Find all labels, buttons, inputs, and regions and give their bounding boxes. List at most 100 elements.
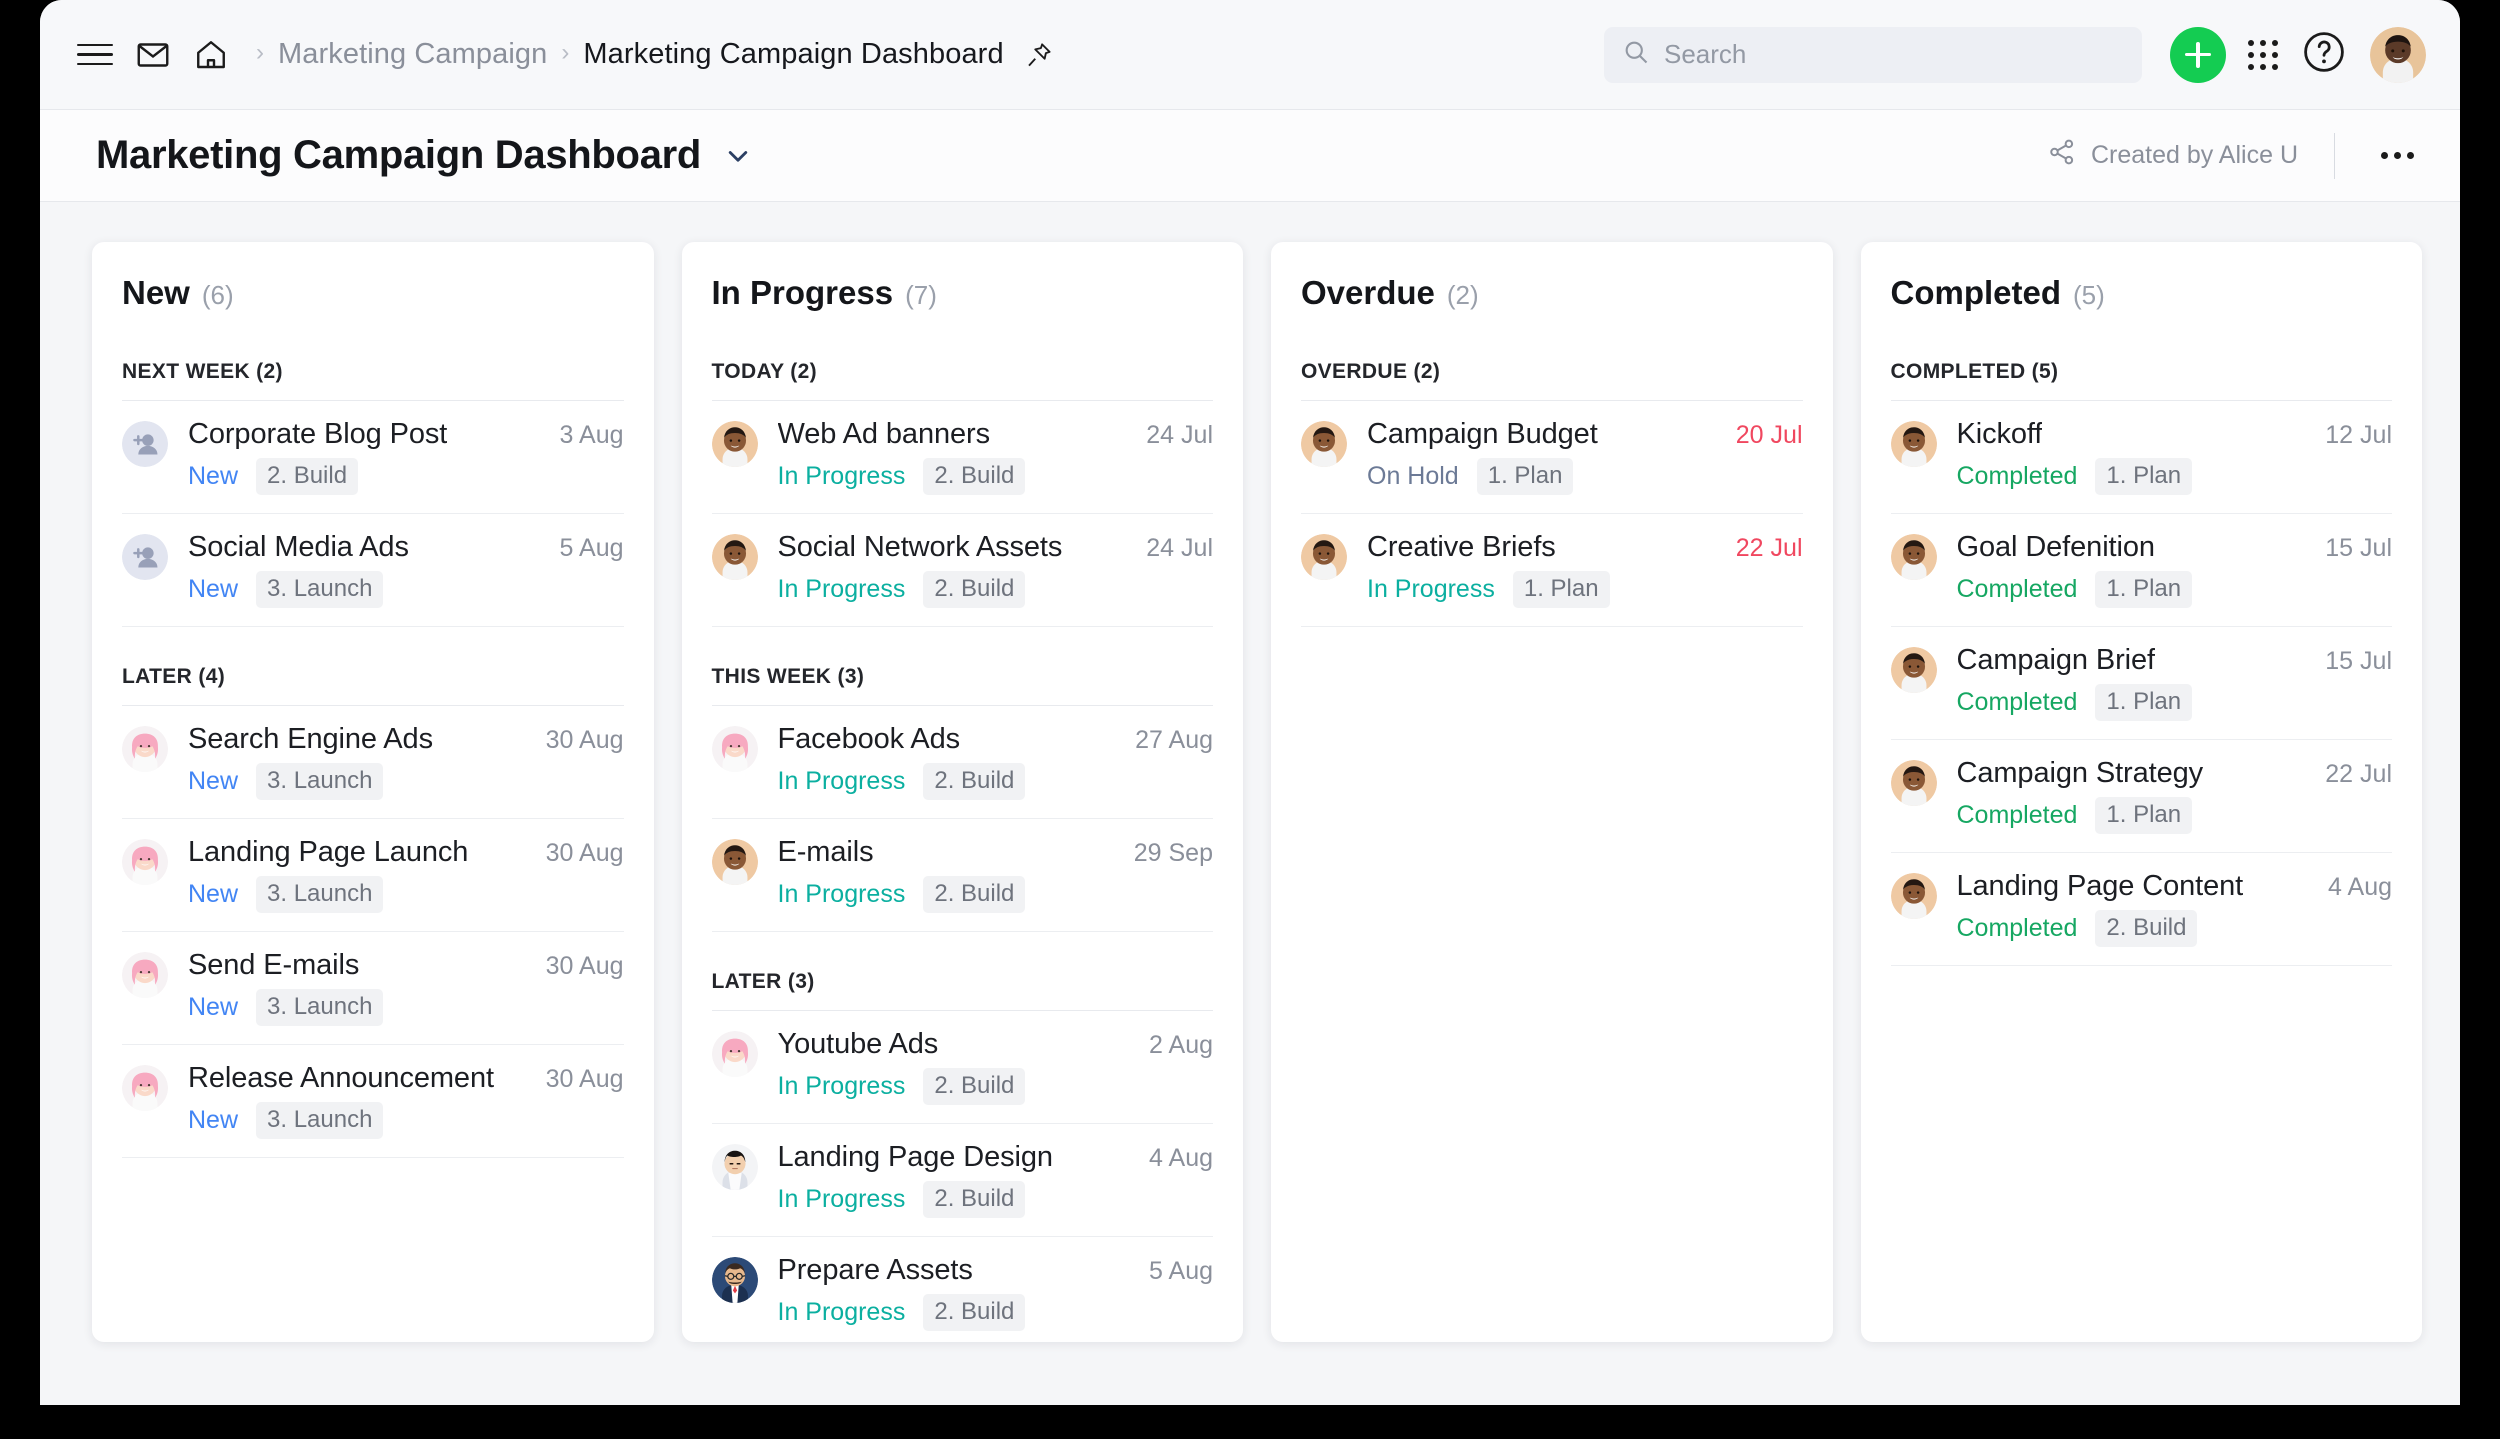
assignee-avatar[interactable] — [122, 839, 168, 885]
task-row[interactable]: E-mails 29 Sep In Progress 2. Build — [711, 819, 1213, 932]
task-row[interactable]: Send E-mails 30 Aug New 3. Launch — [122, 932, 624, 1045]
assignee-avatar[interactable] — [711, 1257, 758, 1303]
task-name[interactable]: Search Engine Ads — [188, 723, 433, 756]
task-name[interactable]: Send E-mails — [188, 949, 359, 982]
assignee-avatar[interactable] — [711, 726, 758, 772]
task-phase-tag[interactable]: 2. Build — [256, 458, 359, 495]
task-name[interactable]: Campaign Brief — [1957, 644, 2155, 677]
task-status[interactable]: In Progress — [1367, 575, 1495, 604]
task-phase-tag[interactable]: 2. Build — [923, 763, 1026, 800]
pin-icon[interactable] — [1024, 40, 1054, 70]
assignee-avatar[interactable] — [711, 1144, 758, 1190]
task-phase-tag[interactable]: 2. Build — [923, 458, 1026, 495]
question-mark-circle-icon[interactable] — [2300, 28, 2348, 81]
task-row[interactable]: Release Announcement 30 Aug New 3. Launch — [122, 1045, 624, 1158]
task-row[interactable]: Creative Briefs 22 Jul In Progress 1. Plan — [1301, 514, 1803, 627]
task-name[interactable]: Goal Defenition — [1957, 531, 2155, 564]
assignee-avatar[interactable] — [122, 952, 168, 998]
task-status[interactable]: On Hold — [1367, 462, 1459, 491]
task-status[interactable]: In Progress — [778, 1072, 906, 1101]
task-row[interactable]: Facebook Ads 27 Aug In Progress 2. Build — [711, 706, 1213, 819]
assignee-avatar[interactable] — [122, 534, 168, 580]
more-options-icon[interactable] — [2371, 142, 2424, 169]
home-icon[interactable] — [182, 26, 240, 84]
task-phase-tag[interactable]: 2. Build — [2095, 910, 2198, 947]
task-status[interactable]: In Progress — [778, 1185, 906, 1214]
task-name[interactable]: Landing Page Content — [1957, 870, 2244, 903]
task-phase-tag[interactable]: 3. Launch — [256, 876, 384, 913]
task-name[interactable]: Prepare Assets — [778, 1254, 973, 1287]
task-name[interactable]: Youtube Ads — [778, 1028, 939, 1061]
assignee-avatar[interactable] — [122, 1065, 168, 1111]
chevron-down-icon[interactable] — [721, 139, 755, 173]
task-status[interactable]: In Progress — [778, 1298, 906, 1327]
add-new-button[interactable] — [2170, 26, 2226, 83]
task-name[interactable]: Web Ad banners — [778, 418, 991, 451]
task-status[interactable]: New — [188, 993, 238, 1022]
task-row[interactable]: Kickoff 12 Jul Completed 1. Plan — [1890, 401, 2392, 514]
task-phase-tag[interactable]: 1. Plan — [2095, 571, 2193, 608]
task-name[interactable]: Landing Page Design — [778, 1141, 1053, 1174]
assignee-avatar[interactable] — [1890, 421, 1937, 467]
assignee-avatar[interactable] — [711, 421, 758, 467]
assignee-avatar[interactable] — [1301, 421, 1347, 467]
task-status[interactable]: Completed — [1957, 688, 2078, 717]
assignee-avatar[interactable] — [711, 534, 758, 580]
assignee-avatar[interactable] — [1890, 647, 1937, 693]
task-row[interactable]: Goal Defenition 15 Jul Completed 1. Plan — [1890, 514, 2392, 627]
task-status[interactable]: In Progress — [778, 575, 906, 604]
task-phase-tag[interactable]: 3. Launch — [256, 989, 384, 1026]
task-name[interactable]: Release Announcement — [188, 1062, 494, 1095]
task-phase-tag[interactable]: 3. Launch — [256, 1102, 384, 1139]
task-phase-tag[interactable]: 1. Plan — [2095, 458, 2193, 495]
task-phase-tag[interactable]: 2. Build — [923, 1068, 1026, 1105]
task-row[interactable]: Corporate Blog Post 3 Aug New 2. Build — [122, 401, 624, 514]
created-by[interactable]: Created by Alice U — [2047, 137, 2298, 174]
task-status[interactable]: Completed — [1957, 801, 2078, 830]
task-name[interactable]: Social Network Assets — [778, 531, 1063, 564]
task-name[interactable]: Social Media Ads — [188, 531, 409, 564]
task-row[interactable]: Social Media Ads 5 Aug New 3. Launch — [122, 514, 624, 627]
task-phase-tag[interactable]: 2. Build — [923, 876, 1026, 913]
task-row[interactable]: Campaign Strategy 22 Jul Completed 1. Plan — [1890, 740, 2392, 853]
search-box[interactable] — [1604, 26, 2142, 83]
assignee-avatar[interactable] — [122, 726, 168, 772]
assignee-avatar[interactable] — [711, 1031, 758, 1077]
task-name[interactable]: Corporate Blog Post — [188, 418, 447, 451]
task-phase-tag[interactable]: 3. Launch — [256, 571, 384, 608]
task-status[interactable]: New — [188, 462, 238, 491]
search-input[interactable] — [1664, 39, 2124, 70]
task-status[interactable]: Completed — [1957, 914, 2078, 943]
task-phase-tag[interactable]: 3. Launch — [256, 763, 384, 800]
breadcrumb-parent[interactable]: Marketing Campaign — [278, 38, 547, 71]
task-phase-tag[interactable]: 2. Build — [923, 1294, 1026, 1331]
task-row[interactable]: Landing Page Content 4 Aug Completed 2. Bui… — [1890, 853, 2392, 966]
task-row[interactable]: Search Engine Ads 30 Aug New 3. Launch — [122, 706, 624, 819]
task-phase-tag[interactable]: 2. Build — [923, 571, 1026, 608]
task-phase-tag[interactable]: 2. Build — [923, 1181, 1026, 1218]
task-status[interactable]: New — [188, 575, 238, 604]
assignee-avatar[interactable] — [711, 839, 758, 885]
task-row[interactable]: Landing Page Design 4 Aug In Progress 2. Bu… — [711, 1124, 1213, 1237]
task-phase-tag[interactable]: 1. Plan — [1476, 458, 1574, 495]
task-row[interactable]: Campaign Budget 20 Jul On Hold 1. Plan — [1301, 401, 1803, 514]
task-status[interactable]: Completed — [1957, 462, 2078, 491]
task-status[interactable]: Completed — [1957, 575, 2078, 604]
task-row[interactable]: Web Ad banners 24 Jul In Progress 2. Build — [711, 401, 1213, 514]
assignee-avatar[interactable] — [122, 421, 168, 467]
task-status[interactable]: In Progress — [778, 880, 906, 909]
mail-icon[interactable] — [124, 26, 182, 84]
assignee-avatar[interactable] — [1301, 534, 1347, 580]
user-avatar[interactable] — [2370, 26, 2426, 83]
task-name[interactable]: Creative Briefs — [1367, 531, 1556, 564]
task-status[interactable]: In Progress — [778, 767, 906, 796]
breadcrumb-current[interactable]: Marketing Campaign Dashboard — [583, 38, 1003, 71]
task-name[interactable]: Kickoff — [1957, 418, 2043, 451]
apps-grid-icon[interactable] — [2248, 39, 2278, 70]
assignee-avatar[interactable] — [1890, 760, 1937, 806]
task-phase-tag[interactable]: 1. Plan — [2095, 684, 2193, 721]
assignee-avatar[interactable] — [1890, 873, 1937, 919]
task-phase-tag[interactable]: 1. Plan — [2095, 797, 2193, 834]
task-status[interactable]: In Progress — [778, 462, 906, 491]
task-status[interactable]: New — [188, 1106, 238, 1135]
